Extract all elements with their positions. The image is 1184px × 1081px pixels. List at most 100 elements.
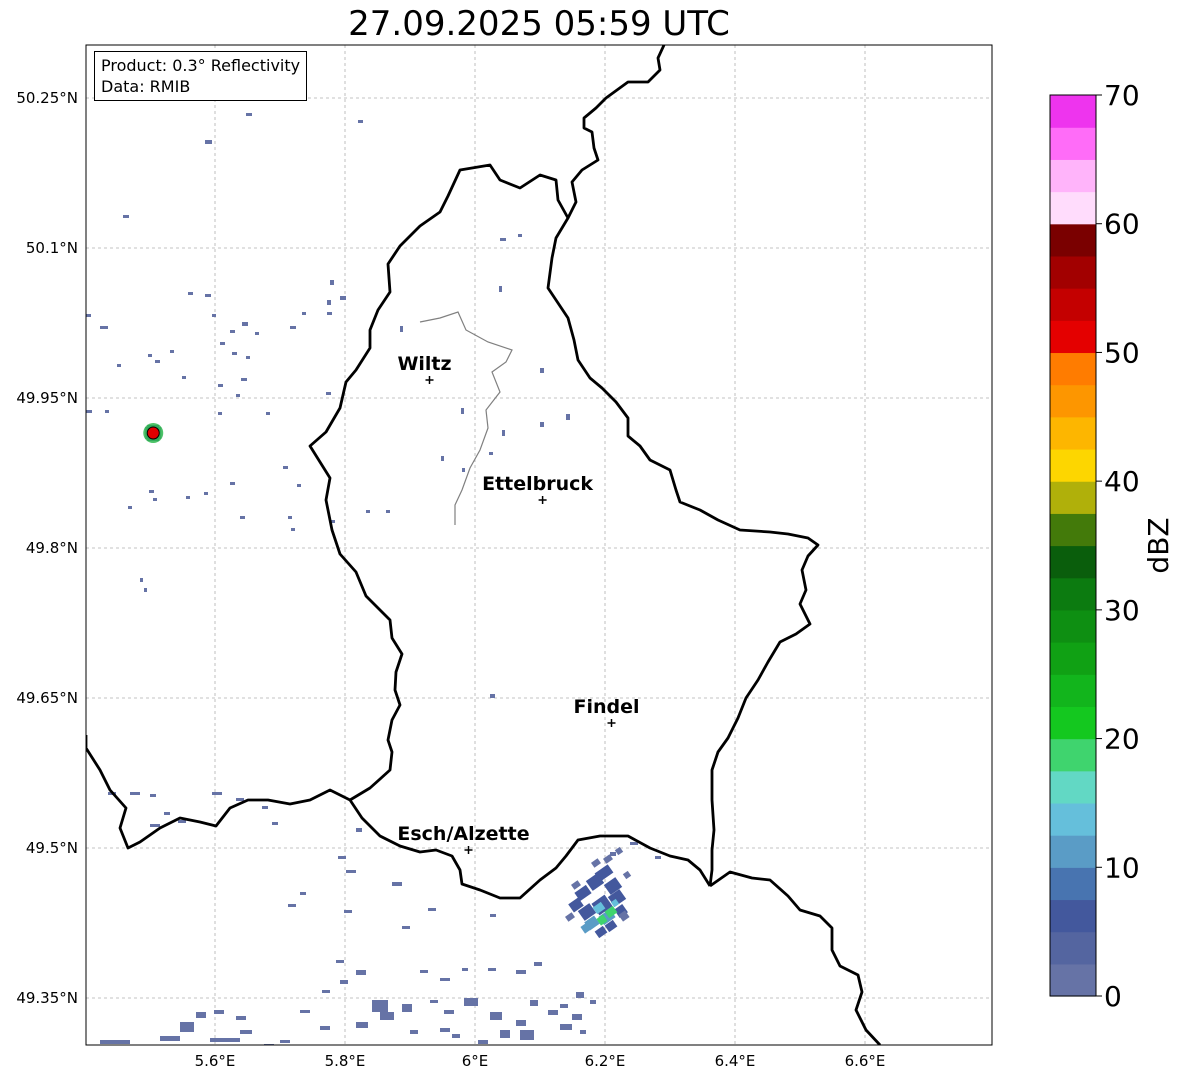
echo-pixel <box>420 970 428 973</box>
echo-pixel <box>155 360 160 363</box>
map-figure: 5.6°E 5.8°E 6°E 6.2°E 6.4°E 6.6°E 50.25°N 50.1°… <box>16 44 1175 1070</box>
colorbar-bin <box>1050 384 1096 418</box>
colorbar-bin <box>1050 642 1096 675</box>
echo-pixel <box>402 926 410 929</box>
product-info-box: Product: 0.3° Reflectivity Data: RMIB <box>94 51 308 101</box>
echo-pixel <box>534 962 542 966</box>
echo-pixel <box>346 870 356 873</box>
colorbar-bin <box>1050 770 1096 804</box>
echo-pixel <box>144 588 147 592</box>
echo-pixel <box>212 314 216 317</box>
echo-pixel <box>283 466 288 469</box>
echo-pixel <box>117 364 121 367</box>
echo-pixel <box>290 326 296 329</box>
echo-pixel <box>236 394 240 397</box>
colorbar-tick-label: 10 <box>1104 851 1140 884</box>
echo-pixel <box>610 852 616 856</box>
colorbar-bin <box>1050 706 1096 740</box>
echo-pixel <box>288 904 296 907</box>
gridlines <box>86 45 992 1045</box>
echo-pixel <box>242 322 248 326</box>
lon-tick-label: 6.2°E <box>585 1052 626 1070</box>
colorbar-bin <box>1050 288 1096 321</box>
colorbar-bin <box>1050 867 1096 901</box>
lon-tick-label: 5.6°E <box>195 1052 236 1070</box>
colorbar-bin <box>1050 738 1096 772</box>
echo-pixel <box>540 422 544 427</box>
echo-pixel <box>356 828 362 832</box>
product-label: Product: 0.3° Reflectivity <box>101 56 301 75</box>
echo-pixel <box>402 1004 412 1012</box>
colorbar-bin <box>1050 674 1096 707</box>
echo-pixel <box>340 296 346 300</box>
echo-pixel <box>338 856 346 859</box>
city-layer: Wiltz Ettelbruck Findel Esch/Alzette <box>397 353 640 854</box>
colorbar-bin <box>1050 448 1096 482</box>
echo-pixel <box>128 506 132 509</box>
echo-pixel <box>320 1026 330 1030</box>
city-label: Wiltz <box>397 353 451 375</box>
echo-pixel <box>210 1038 240 1042</box>
echo-pixel <box>566 414 570 420</box>
city-marker <box>607 719 616 727</box>
city-label: Esch/Alzette <box>397 823 529 845</box>
radar-site-marker[interactable] <box>146 426 160 440</box>
echo-pixel <box>232 352 237 355</box>
colorbar-bin <box>1050 931 1096 965</box>
data-source-label: Data: RMIB <box>101 77 191 96</box>
echo-pixel <box>123 215 129 218</box>
echo-pixel <box>218 384 223 387</box>
city-marker <box>464 846 473 854</box>
colorbar-tick-label: 30 <box>1104 594 1140 627</box>
colorbar: 0 10 20 30 40 50 60 70 dBZ <box>1049 79 1175 1013</box>
echo-pixel <box>246 356 250 359</box>
echo-pixel <box>327 312 332 315</box>
echo-pixel <box>464 998 478 1006</box>
colorbar-tick-label: 60 <box>1104 208 1140 241</box>
lat-tick-label: 50.1°N <box>26 239 78 257</box>
echo-pixel <box>327 300 331 305</box>
echo-pixel <box>452 1034 460 1038</box>
colorbar-title: dBZ <box>1142 517 1175 573</box>
echo-pixel <box>356 970 366 975</box>
echo-pixel <box>302 312 306 315</box>
echo-pixel <box>571 880 581 890</box>
echo-pixel <box>300 1010 310 1013</box>
colorbar-bin <box>1050 352 1096 386</box>
echo-pixel <box>164 812 170 815</box>
echo-pixel <box>372 1000 388 1012</box>
echo-pixel <box>214 1010 224 1014</box>
echo-pixel <box>150 794 156 797</box>
echo-pixel <box>178 820 186 823</box>
colorbar-bin <box>1050 802 1096 836</box>
echo-pixel <box>565 912 575 922</box>
echo-pixel <box>462 968 468 971</box>
colorbar-bin <box>1050 609 1096 643</box>
colorbar-bin <box>1050 191 1096 225</box>
echo-pixel <box>500 238 506 241</box>
lat-tick-label: 49.5°N <box>26 839 78 857</box>
lon-tick-label: 6.4°E <box>715 1052 756 1070</box>
echo-pixel <box>410 1030 418 1034</box>
echo-pixel <box>204 492 208 495</box>
colorbar-bin <box>1050 963 1096 997</box>
echo-pixel <box>182 376 186 379</box>
echo-pixel <box>149 490 154 493</box>
city-marker <box>538 496 547 504</box>
echo-pixel <box>490 694 495 698</box>
echo-pixel <box>428 908 436 911</box>
echo-pixel <box>630 842 638 845</box>
echo-pixel <box>490 914 496 917</box>
echo-pixel <box>105 410 109 413</box>
colorbar-bin <box>1050 513 1096 547</box>
colorbar-tick-label: 40 <box>1104 465 1140 498</box>
echo-pixel <box>291 528 295 531</box>
echo-pixel <box>461 408 464 414</box>
radar-echoes <box>86 113 661 1045</box>
echo-pixel <box>344 910 352 913</box>
echo-pixel <box>366 510 370 513</box>
colorbar-tick-label: 0 <box>1104 980 1122 1013</box>
echo-pixel <box>218 412 222 415</box>
echo-pixel <box>572 1014 582 1020</box>
colorbar-bin <box>1050 255 1096 289</box>
